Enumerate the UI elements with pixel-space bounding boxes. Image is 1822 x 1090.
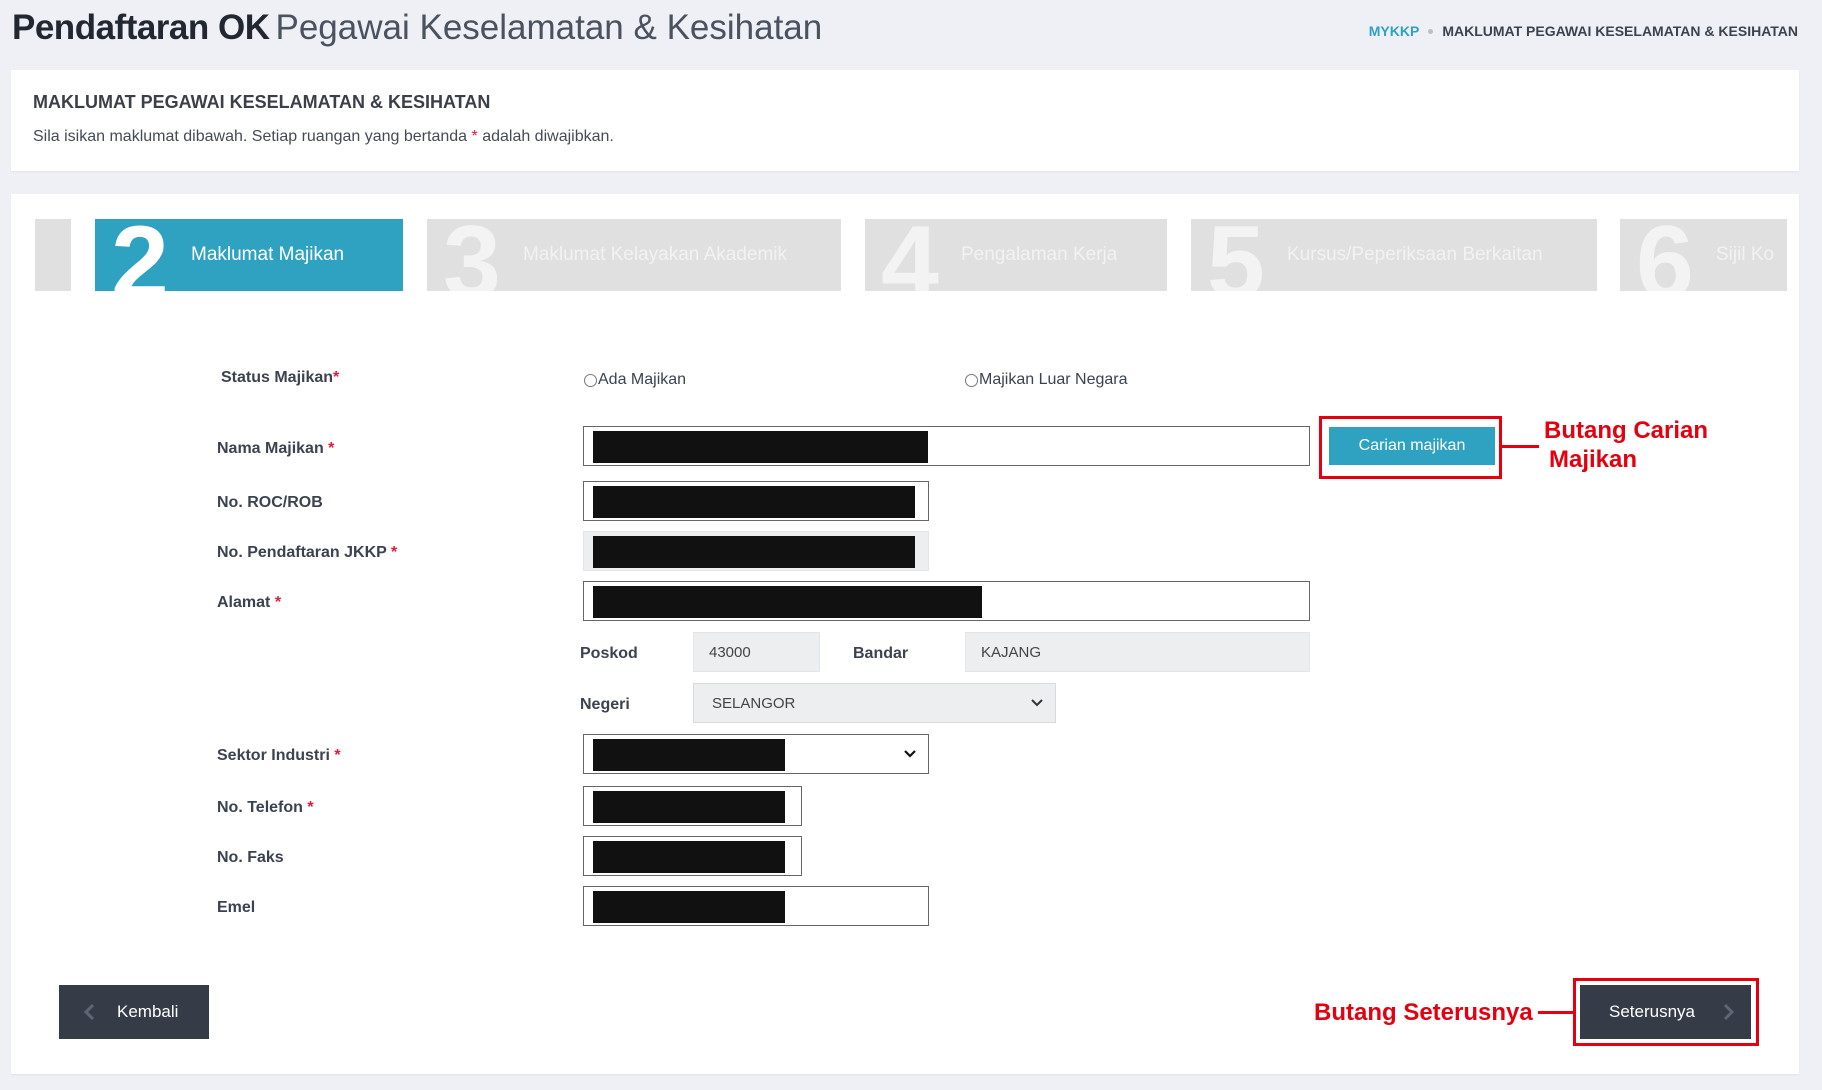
required-marker: * — [390, 544, 398, 561]
negeri-value: SELANGOR — [712, 695, 796, 712]
jkkp-input[interactable] — [583, 531, 929, 571]
faks-input[interactable] — [583, 836, 802, 876]
step-6-number: 6 — [1636, 219, 1694, 291]
bandar-input[interactable]: KAJANG — [965, 632, 1310, 672]
info-card: MAKLUMAT PEGAWAI KESELAMATAN & KESIHATAN… — [11, 70, 1799, 171]
chevron-down-icon — [904, 750, 916, 758]
annotation-next: Butang Seterusnya — [1314, 999, 1533, 1026]
jkkp-text: No. Pendaftaran JKKP — [217, 544, 387, 561]
poskod-label: Poskod — [580, 645, 638, 662]
sektor-industri-select[interactable] — [583, 734, 929, 774]
step-4[interactable]: 4 Pengalaman Kerja — [865, 219, 1167, 291]
annotation-leader-line — [1502, 445, 1539, 448]
redacted-value — [593, 739, 785, 771]
required-marker: * — [333, 369, 340, 386]
redacted-value — [593, 841, 785, 873]
sektor-industri-text: Sektor Industri — [217, 747, 330, 764]
breadcrumb-current: MAKLUMAT PEGAWAI KESELAMATAN & KESIHATAN — [1442, 23, 1798, 39]
page-title-light: Pegawai Keselamatan & Kesihatan — [275, 8, 823, 47]
step-5[interactable]: 5 Kursus/Peperiksaan Berkaitan — [1191, 219, 1597, 291]
breadcrumb: MYKKP MAKLUMAT PEGAWAI KESELAMATAN & KESI… — [1369, 23, 1798, 39]
page-title-bold: Pendaftaran OK — [12, 8, 270, 47]
required-marker: * — [274, 594, 282, 611]
radio-ada-majikan[interactable]: Ada Majikan — [584, 371, 686, 389]
bandar-value: KAJANG — [981, 644, 1042, 661]
bandar-label: Bandar — [853, 645, 909, 662]
poskod-input[interactable]: 43000 — [693, 632, 820, 672]
step-4-label: Pengalaman Kerja — [961, 244, 1118, 265]
step-2-label: Maklumat Majikan — [191, 244, 345, 265]
redacted-value — [593, 791, 785, 823]
chevron-left-icon — [83, 1003, 95, 1021]
step-5-label: Kursus/Peperiksaan Berkaitan — [1287, 244, 1543, 265]
nama-majikan-label: Nama Majikan * — [217, 440, 334, 458]
alamat-input[interactable] — [583, 581, 1310, 621]
radio-circle[interactable] — [584, 373, 597, 387]
radio-circle[interactable] — [965, 373, 978, 387]
form-card: 2 Maklumat Majikan 3 Maklumat Kelayakan … — [11, 194, 1799, 1074]
seterusnya-button[interactable]: Seterusnya — [1580, 985, 1751, 1039]
telefon-text: No. Telefon — [217, 799, 303, 816]
roc-rob-input[interactable] — [583, 481, 929, 521]
telefon-input[interactable] — [583, 786, 802, 826]
redacted-value — [593, 586, 982, 618]
chevron-down-icon — [1031, 699, 1043, 707]
annotation-leader-line — [1538, 1011, 1573, 1014]
status-majikan-label: Status Majikan* — [221, 369, 339, 387]
radio-luar-negara-label: Majikan Luar Negara — [979, 371, 1128, 388]
annotation-search-line1: Butang Carian — [1544, 417, 1709, 444]
emel-input[interactable] — [583, 886, 929, 926]
step-1[interactable] — [35, 219, 71, 291]
status-majikan-text: Status Majikan — [221, 369, 334, 386]
step-2-number: 2 — [111, 219, 169, 291]
nama-majikan-input[interactable] — [583, 426, 1310, 466]
radio-ada-majikan-label: Ada Majikan — [598, 371, 687, 388]
emel-label: Emel — [217, 899, 256, 916]
info-description: Sila isikan maklumat dibawah. Setiap rua… — [33, 128, 614, 146]
roc-rob-label: No. ROC/ROB — [217, 494, 323, 511]
info-desc-before: Sila isikan maklumat dibawah. Setiap rua… — [33, 128, 468, 145]
required-marker: * — [307, 799, 314, 816]
faks-label: No. Faks — [217, 849, 284, 866]
kembali-button[interactable]: Kembali — [59, 985, 209, 1039]
telefon-label: No. Telefon * — [217, 799, 314, 817]
redacted-value — [593, 431, 928, 463]
info-desc-after: adalah diwajibkan. — [482, 128, 614, 145]
required-marker: * — [334, 747, 341, 764]
step-3[interactable]: 3 Maklumat Kelayakan Akademik — [427, 219, 841, 291]
kembali-label: Kembali — [117, 1002, 179, 1021]
step-5-number: 5 — [1207, 219, 1265, 291]
alamat-label: Alamat * — [217, 594, 281, 612]
redacted-value — [593, 486, 915, 518]
annotation-search-line2: Majikan — [1549, 446, 1638, 473]
redacted-value — [593, 891, 785, 923]
wizard-steps: 2 Maklumat Majikan 3 Maklumat Kelayakan … — [35, 219, 1787, 291]
required-marker: * — [471, 128, 478, 145]
sektor-industri-label: Sektor Industri * — [217, 747, 341, 765]
step-6-label: Sijil Ko — [1716, 244, 1775, 265]
breadcrumb-separator — [1428, 29, 1434, 34]
carian-majikan-button[interactable]: Carian majikan — [1329, 427, 1495, 465]
step-6[interactable]: 6 Sijil Ko — [1620, 219, 1787, 291]
nama-majikan-text: Nama Majikan — [217, 440, 324, 457]
negeri-label: Negeri — [580, 696, 630, 713]
redacted-value — [593, 536, 915, 568]
alamat-text: Alamat — [217, 594, 271, 611]
step-3-label: Maklumat Kelayakan Akademik — [523, 244, 788, 265]
poskod-value: 43000 — [709, 644, 751, 661]
info-title: MAKLUMAT PEGAWAI KESELAMATAN & KESIHATAN — [33, 92, 491, 112]
jkkp-label: No. Pendaftaran JKKP * — [217, 544, 397, 562]
breadcrumb-home-link[interactable]: MYKKP — [1369, 23, 1420, 39]
step-2[interactable]: 2 Maklumat Majikan — [95, 219, 403, 291]
required-marker: * — [328, 440, 335, 457]
step-3-number: 3 — [443, 219, 501, 291]
seterusnya-label: Seterusnya — [1609, 1002, 1695, 1021]
chevron-right-icon — [1723, 1003, 1735, 1021]
step-4-number: 4 — [881, 219, 939, 291]
negeri-select[interactable]: SELANGOR — [693, 683, 1056, 723]
radio-majikan-luar-negara[interactable]: Majikan Luar Negara — [965, 371, 1128, 389]
page-title: Pendaftaran OK Pegawai Keselamatan & Kesi… — [12, 6, 822, 50]
